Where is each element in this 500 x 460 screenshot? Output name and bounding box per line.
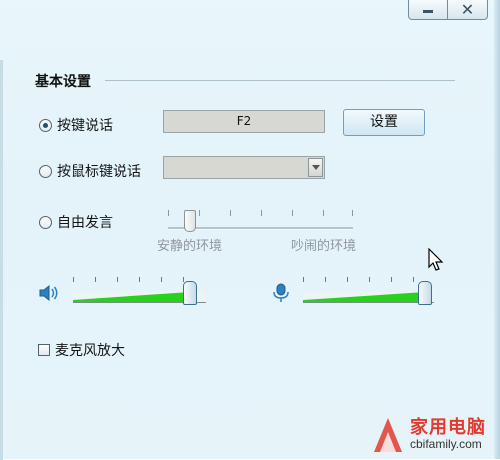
slider-tick xyxy=(369,277,370,282)
speaker-volume-fill xyxy=(73,292,190,302)
mouse-key-talk-radio[interactable] xyxy=(39,164,52,178)
slider-tick xyxy=(95,277,96,282)
section-divider xyxy=(105,80,455,81)
slider-tick xyxy=(391,277,392,282)
section-title: 基本设置 xyxy=(35,74,91,90)
watermark-brand: 家用电脑 xyxy=(410,417,486,438)
mouse-key-talk-option[interactable]: 按鼠标键说话 xyxy=(39,161,141,181)
environment-slider-thumb[interactable] xyxy=(184,210,197,232)
speaker-volume-thumb[interactable] xyxy=(183,281,197,305)
chevron-down-icon xyxy=(311,165,320,170)
minimize-icon xyxy=(423,9,433,13)
minimize-button[interactable] xyxy=(408,0,448,20)
window-left-border xyxy=(0,60,3,460)
slider-tick xyxy=(230,210,231,216)
mouse-button-select[interactable] xyxy=(163,156,325,179)
microphone-volume-fill xyxy=(303,292,425,302)
watermark-site: cbifamily.com xyxy=(410,437,482,451)
speaker-volume-slider[interactable] xyxy=(73,277,206,307)
slider-tick xyxy=(168,210,169,216)
free-talk-option[interactable]: 自由发言 xyxy=(39,212,113,232)
noisy-environment-label: 吵闹的环境 xyxy=(291,239,357,254)
push-to-talk-radio[interactable] xyxy=(39,118,52,132)
speaker-icon[interactable] xyxy=(38,283,60,303)
microphone-icon[interactable] xyxy=(270,283,292,303)
push-to-talk-option[interactable]: 按键说话 xyxy=(39,115,113,135)
volume-fill-wedge xyxy=(73,292,190,302)
free-talk-radio[interactable] xyxy=(39,215,52,229)
mic-boost-checkbox[interactable] xyxy=(38,344,50,356)
close-button[interactable]: ✕ xyxy=(448,0,488,20)
microphone-volume-thumb[interactable] xyxy=(418,281,432,305)
voice-settings-window: ✕ 基本设置 按键说话 F2 设置 按鼠标键说话 自由发言 安静的环境 吵闹的环… xyxy=(0,0,500,460)
slider-tick xyxy=(139,277,140,282)
watermark-logo-icon xyxy=(374,418,402,452)
slider-tick xyxy=(303,277,304,282)
window-right-border xyxy=(494,0,500,459)
mic-boost-option[interactable]: 麦克风放大 xyxy=(38,340,125,360)
microphone-volume-slider[interactable] xyxy=(303,277,434,307)
title-bar-buttons: ✕ xyxy=(408,0,488,20)
volume-fill-wedge xyxy=(303,292,425,302)
slider-tick xyxy=(323,210,324,216)
slider-tick xyxy=(413,277,414,282)
watermark: 家用电脑 cbifamily.com xyxy=(366,408,498,459)
slider-tick xyxy=(199,210,200,216)
hotkey-field[interactable]: F2 xyxy=(163,110,325,133)
slider-tick xyxy=(73,277,74,282)
set-hotkey-button[interactable]: 设置 xyxy=(343,109,425,136)
slider-tick xyxy=(352,210,353,216)
environment-slider[interactable] xyxy=(163,206,358,236)
slider-tick xyxy=(261,210,262,216)
mouse-key-talk-label: 按鼠标键说话 xyxy=(57,164,141,180)
free-talk-label: 自由发言 xyxy=(57,215,113,231)
close-icon: ✕ xyxy=(460,0,475,19)
slider-tick xyxy=(325,277,326,282)
slider-tick xyxy=(292,210,293,216)
quiet-environment-label: 安静的环境 xyxy=(157,239,223,254)
mic-boost-label: 麦克风放大 xyxy=(55,343,125,359)
slider-tick xyxy=(117,277,118,282)
dropdown-button[interactable] xyxy=(308,158,323,177)
slider-tick xyxy=(161,277,162,282)
slider-tick xyxy=(347,277,348,282)
mouse-cursor-icon xyxy=(428,248,444,271)
push-to-talk-label: 按键说话 xyxy=(57,118,113,134)
